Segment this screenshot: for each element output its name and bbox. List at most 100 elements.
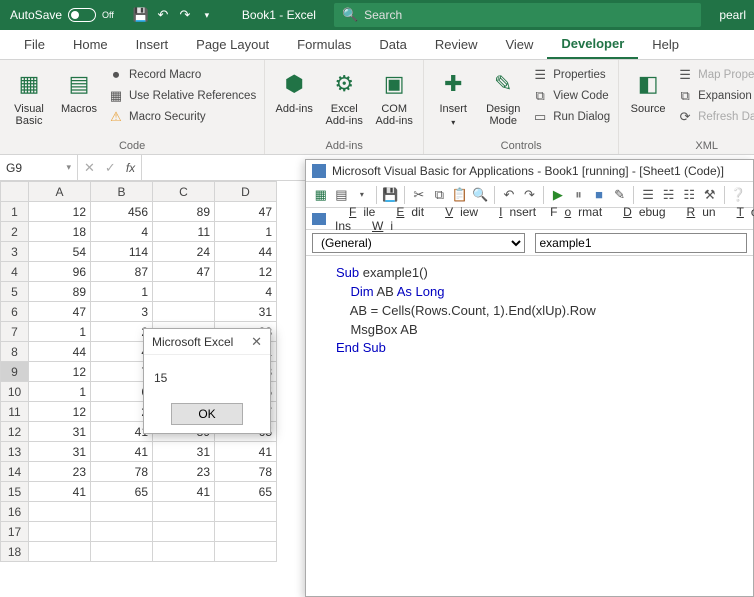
cell[interactable]: 47 xyxy=(153,262,215,282)
cell[interactable] xyxy=(215,522,277,542)
tab-formulas[interactable]: Formulas xyxy=(283,30,365,59)
project-explorer-icon[interactable]: ☰ xyxy=(639,185,657,205)
cell[interactable]: 11 xyxy=(153,222,215,242)
cell[interactable]: 41 xyxy=(153,482,215,502)
macro-security-button[interactable]: ⚠Macro Security xyxy=(106,108,258,126)
row-header-12[interactable]: 12 xyxy=(1,422,29,442)
toolbox-icon[interactable]: ⚒ xyxy=(701,185,719,205)
cell[interactable]: 18 xyxy=(29,222,91,242)
use-relative-refs-button[interactable]: ▦Use Relative References xyxy=(106,87,258,105)
vba-menu-run[interactable]: Run xyxy=(673,203,723,221)
select-all-corner[interactable] xyxy=(1,182,29,202)
cell[interactable]: 65 xyxy=(215,482,277,502)
fx-icon[interactable]: fx xyxy=(126,161,135,175)
row-header-14[interactable]: 14 xyxy=(1,462,29,482)
vba-object-dropdown[interactable]: (General) xyxy=(312,233,525,253)
cell[interactable]: 456 xyxy=(91,202,153,222)
undo-icon[interactable]: ↶ xyxy=(500,185,518,205)
cell[interactable]: 31 xyxy=(153,442,215,462)
cell[interactable]: 89 xyxy=(153,202,215,222)
tab-help[interactable]: Help xyxy=(638,30,693,59)
find-icon[interactable]: 🔍 xyxy=(472,185,490,205)
msgbox-title-bar[interactable]: Microsoft Excel ✕ xyxy=(144,329,270,355)
source-button[interactable]: ◧Source xyxy=(625,64,671,115)
autosave-toggle[interactable]: AutoSave Off xyxy=(0,8,124,22)
properties-button[interactable]: ☰Properties xyxy=(530,66,612,84)
row-header-4[interactable]: 4 xyxy=(1,262,29,282)
row-header-17[interactable]: 17 xyxy=(1,522,29,542)
redo-icon[interactable]: ↷ xyxy=(521,185,539,205)
break-icon[interactable]: ⏸ xyxy=(570,185,588,205)
row-header-3[interactable]: 3 xyxy=(1,242,29,262)
row-header-9[interactable]: 9 xyxy=(1,362,29,382)
search-input[interactable] xyxy=(364,8,693,22)
cell[interactable] xyxy=(215,502,277,522)
row-header-10[interactable]: 10 xyxy=(1,382,29,402)
cell[interactable]: 54 xyxy=(29,242,91,262)
cell[interactable]: 23 xyxy=(153,462,215,482)
reset-icon[interactable]: ■ xyxy=(590,185,608,205)
row-header-16[interactable]: 16 xyxy=(1,502,29,522)
cell[interactable]: 23 xyxy=(29,462,91,482)
col-header-A[interactable]: A xyxy=(29,182,91,202)
tab-developer[interactable]: Developer xyxy=(547,30,638,59)
vba-menu-debug[interactable]: Debug xyxy=(609,203,672,221)
cell[interactable]: 65 xyxy=(91,482,153,502)
cell[interactable]: 1 xyxy=(91,282,153,302)
tab-file[interactable]: File xyxy=(10,30,59,59)
vba-menu-format[interactable]: Format xyxy=(543,203,609,221)
tab-page-layout[interactable]: Page Layout xyxy=(182,30,283,59)
row-header-11[interactable]: 11 xyxy=(1,402,29,422)
cell[interactable] xyxy=(29,502,91,522)
cell[interactable] xyxy=(91,502,153,522)
cell[interactable]: 4 xyxy=(91,222,153,242)
chevron-down-icon[interactable]: ▾ xyxy=(353,185,371,205)
cell[interactable]: 24 xyxy=(153,242,215,262)
row-header-2[interactable]: 2 xyxy=(1,222,29,242)
tab-review[interactable]: Review xyxy=(421,30,492,59)
cell[interactable]: 47 xyxy=(215,202,277,222)
cell[interactable]: 41 xyxy=(215,442,277,462)
vba-excel-icon[interactable]: ▦ xyxy=(312,185,330,205)
cell[interactable]: 1 xyxy=(215,222,277,242)
row-header-7[interactable]: 7 xyxy=(1,322,29,342)
object-browser-icon[interactable]: ☷ xyxy=(680,185,698,205)
run-dialog-button[interactable]: ▭Run Dialog xyxy=(530,108,612,126)
cell[interactable]: 78 xyxy=(91,462,153,482)
cell[interactable]: 44 xyxy=(29,342,91,362)
cell[interactable] xyxy=(91,522,153,542)
record-macro-button[interactable]: ⏺Record Macro xyxy=(106,66,258,84)
msgbox-ok-button[interactable]: OK xyxy=(171,403,243,425)
cell[interactable]: 12 xyxy=(29,202,91,222)
tab-view[interactable]: View xyxy=(491,30,547,59)
visual-basic-button[interactable]: ▦ Visual Basic xyxy=(6,64,52,127)
insert-control-button[interactable]: ✚Insert▾ xyxy=(430,64,476,127)
cell[interactable]: 31 xyxy=(29,422,91,442)
col-header-C[interactable]: C xyxy=(153,182,215,202)
copy-icon[interactable]: ⧉ xyxy=(431,185,449,205)
row-header-13[interactable]: 13 xyxy=(1,442,29,462)
undo-icon[interactable]: ↶ xyxy=(154,6,172,24)
save-icon[interactable]: 💾 xyxy=(382,185,400,205)
cell[interactable] xyxy=(153,502,215,522)
cell[interactable]: 47 xyxy=(29,302,91,322)
row-header-1[interactable]: 1 xyxy=(1,202,29,222)
vba-procedure-dropdown[interactable] xyxy=(535,233,748,253)
cell[interactable]: 78 xyxy=(215,462,277,482)
col-header-D[interactable]: D xyxy=(215,182,277,202)
row-header-18[interactable]: 18 xyxy=(1,542,29,562)
paste-icon[interactable]: 📋 xyxy=(451,185,469,205)
cell[interactable] xyxy=(153,542,215,562)
expansion-packs-button[interactable]: ⧉Expansion Packs xyxy=(675,87,754,105)
name-box[interactable]: G9 ▾ xyxy=(0,155,78,180)
cell[interactable]: 12 xyxy=(29,362,91,382)
cell[interactable]: 89 xyxy=(29,282,91,302)
cell[interactable]: 96 xyxy=(29,262,91,282)
view-code-button[interactable]: ⧉View Code xyxy=(530,87,612,105)
cell[interactable]: 1 xyxy=(29,322,91,342)
enter-formula-icon[interactable]: ✓ xyxy=(105,160,116,176)
design-mode-button[interactable]: ✎Design Mode xyxy=(480,64,526,127)
cell[interactable]: 41 xyxy=(91,442,153,462)
cell[interactable] xyxy=(29,522,91,542)
close-icon[interactable]: ✕ xyxy=(251,334,262,350)
